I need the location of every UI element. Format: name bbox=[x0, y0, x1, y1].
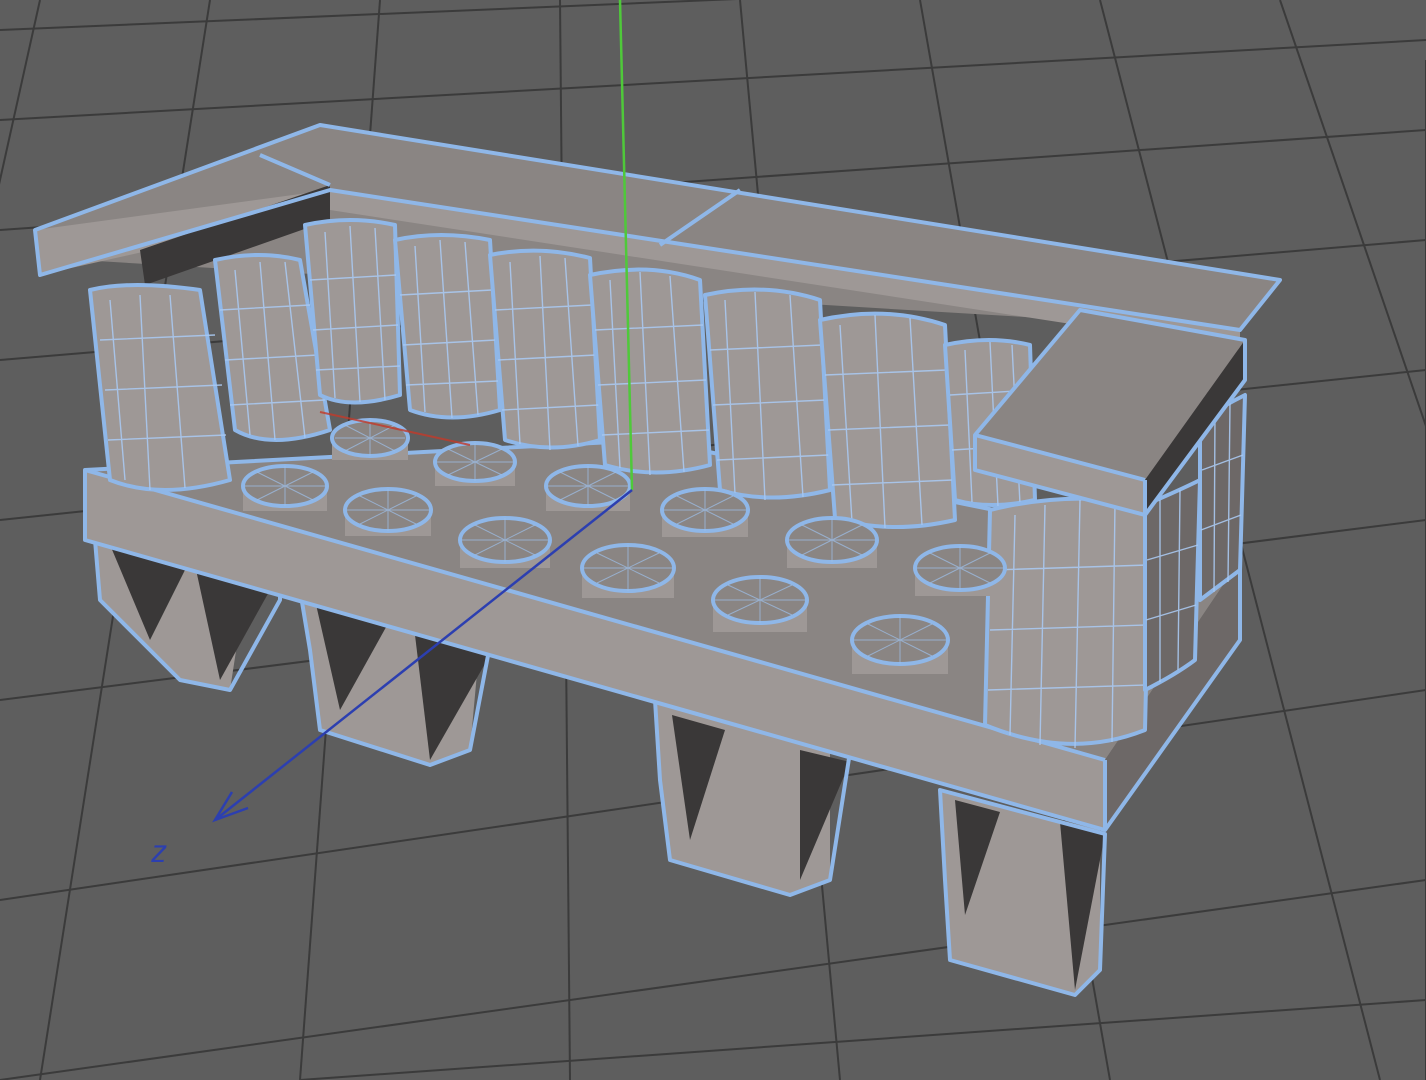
baluster[interactable] bbox=[983, 496, 1152, 749]
peg[interactable] bbox=[241, 464, 329, 511]
baluster[interactable] bbox=[1143, 478, 1202, 692]
peg[interactable] bbox=[711, 575, 809, 632]
peg[interactable] bbox=[580, 543, 676, 598]
peg[interactable] bbox=[343, 487, 433, 536]
peg[interactable] bbox=[544, 464, 632, 511]
3d-viewport[interactable]: z bbox=[0, 0, 1426, 1080]
baluster[interactable] bbox=[88, 283, 232, 492]
peg[interactable] bbox=[850, 614, 950, 674]
peg[interactable] bbox=[330, 418, 410, 460]
baluster[interactable] bbox=[703, 287, 832, 501]
baluster[interactable] bbox=[588, 267, 712, 476]
peg[interactable] bbox=[433, 441, 517, 486]
peg[interactable] bbox=[785, 516, 879, 568]
z-axis-label: z bbox=[150, 835, 168, 870]
peg[interactable] bbox=[913, 544, 1007, 596]
baluster[interactable] bbox=[393, 233, 502, 420]
peg[interactable] bbox=[458, 516, 552, 568]
baluster[interactable] bbox=[303, 218, 402, 405]
baluster[interactable] bbox=[818, 311, 957, 529]
peg[interactable] bbox=[660, 487, 750, 537]
viewport-scene[interactable]: z bbox=[0, 0, 1426, 1080]
baluster[interactable] bbox=[488, 248, 602, 451]
